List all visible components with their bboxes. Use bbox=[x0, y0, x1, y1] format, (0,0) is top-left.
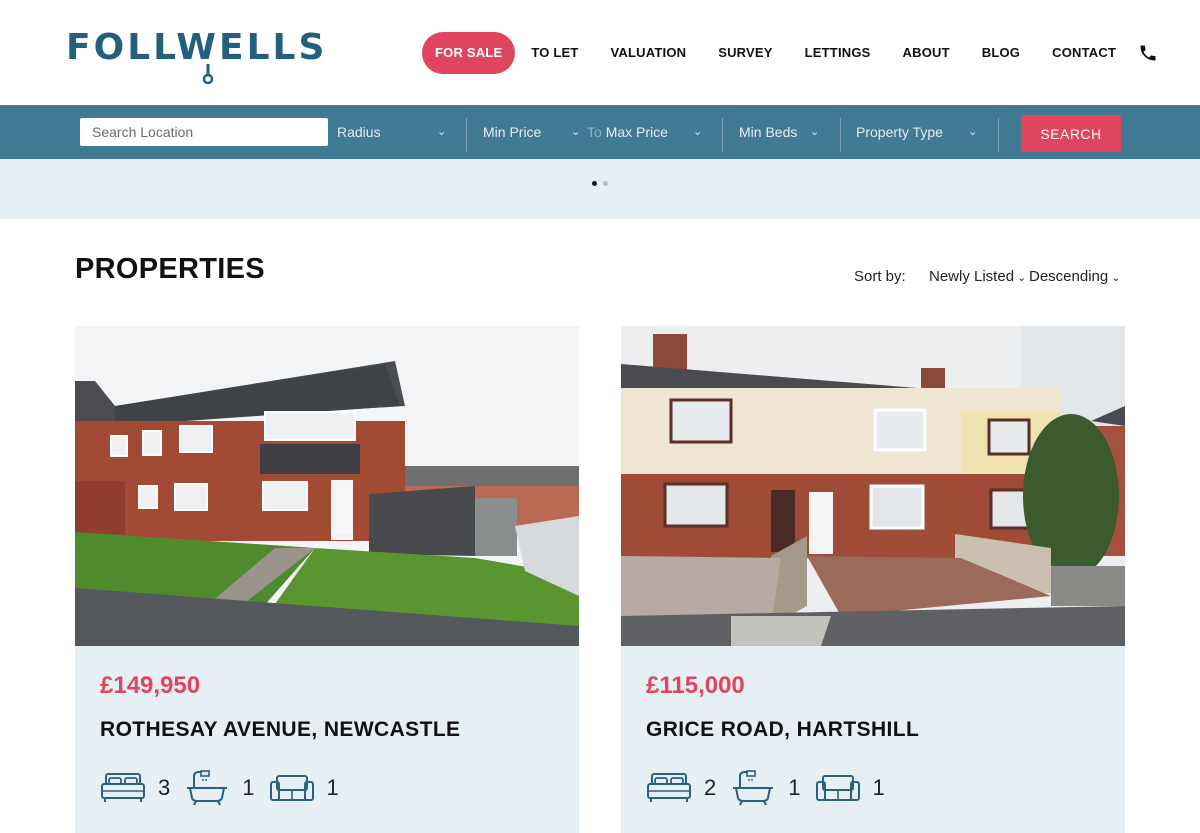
min-beds-label: Min Beds bbox=[739, 124, 798, 140]
chevron-down-icon: ⌄ bbox=[1108, 272, 1121, 284]
chevron-down-icon: ⌄ bbox=[437, 126, 447, 138]
property-type-label: Property Type bbox=[856, 124, 943, 140]
property-card[interactable]: £149,950 ROTHESAY AVENUE, NEWCASTLE 3 1 bbox=[75, 326, 579, 833]
property-photo[interactable] bbox=[75, 326, 579, 646]
divider bbox=[998, 118, 999, 152]
search-location-input[interactable] bbox=[80, 118, 328, 146]
bathroom-count: 1 bbox=[242, 775, 255, 800]
sort-order-select[interactable]: Descending ⌄ bbox=[1029, 268, 1121, 285]
radius-select[interactable]: Radius ⌄ bbox=[337, 118, 447, 146]
carousel-dot-active[interactable] bbox=[592, 181, 597, 186]
bed-icon bbox=[101, 773, 145, 802]
hero-banner bbox=[0, 159, 1200, 219]
key-icon bbox=[202, 64, 214, 84]
property-card[interactable]: £115,000 GRICE ROAD, HARTSHILL 2 1 1 bbox=[621, 326, 1125, 833]
bedroom-count: 3 bbox=[158, 775, 171, 800]
search-bar: Radius ⌄ Min Price ⌄ To Max Price ⌄ Min … bbox=[0, 105, 1200, 159]
carousel-dot[interactable] bbox=[603, 181, 608, 186]
main-nav: FOR SALE TO LET VALUATION SURVEY LETTING… bbox=[422, 32, 1158, 74]
sort-field-select[interactable]: Newly Listed ⌄ bbox=[929, 268, 1026, 285]
nav-about[interactable]: ABOUT bbox=[887, 32, 966, 74]
nav-for-sale[interactable]: FOR SALE bbox=[422, 32, 516, 74]
property-price: £149,950 bbox=[100, 672, 201, 699]
nav-contact[interactable]: CONTACT bbox=[1036, 32, 1132, 74]
divider bbox=[840, 118, 841, 152]
property-features: 2 1 1 bbox=[646, 768, 899, 808]
property-price: £115,000 bbox=[646, 672, 745, 699]
min-beds-select[interactable]: Min Beds ⌄ bbox=[739, 118, 824, 146]
bath-icon bbox=[733, 770, 774, 806]
bathroom-count: 1 bbox=[788, 775, 801, 800]
property-address[interactable]: ROTHESAY AVENUE, NEWCASTLE bbox=[100, 718, 460, 742]
chevron-down-icon: ⌄ bbox=[810, 126, 820, 138]
bath-icon bbox=[187, 770, 228, 806]
min-price-select[interactable]: Min Price ⌄ bbox=[483, 118, 583, 146]
divider bbox=[722, 118, 723, 152]
sofa-icon bbox=[269, 775, 314, 801]
bed-icon bbox=[647, 773, 691, 802]
nav-survey[interactable]: SURVEY bbox=[702, 32, 788, 74]
radius-label: Radius bbox=[337, 124, 381, 140]
divider bbox=[466, 118, 467, 152]
reception-count: 1 bbox=[326, 775, 339, 800]
chevron-down-icon: ⌄ bbox=[968, 126, 978, 138]
property-address[interactable]: GRICE ROAD, HARTSHILL bbox=[646, 718, 919, 742]
property-features: 3 1 1 bbox=[100, 768, 353, 808]
nav-blog[interactable]: BLOG bbox=[966, 32, 1036, 74]
logo-text: FOLLWELLS bbox=[66, 27, 328, 68]
nav-valuation[interactable]: VALUATION bbox=[595, 32, 703, 74]
sort-field-value: Newly Listed bbox=[929, 268, 1015, 285]
site-header: FOLLWELLS FOR SALE TO LET VALUATION SURV… bbox=[0, 0, 1200, 105]
reception-count: 1 bbox=[872, 775, 885, 800]
min-price-label: Min Price bbox=[483, 124, 542, 140]
logo[interactable]: FOLLWELLS bbox=[66, 27, 328, 90]
property-type-select[interactable]: Property Type ⌄ bbox=[856, 118, 982, 146]
property-photo[interactable] bbox=[621, 326, 1125, 646]
bedroom-count: 2 bbox=[704, 775, 717, 800]
search-button[interactable]: SEARCH bbox=[1021, 115, 1121, 152]
sofa-icon bbox=[815, 775, 860, 801]
nav-lettings[interactable]: LETTINGS bbox=[789, 32, 887, 74]
sort-order-value: Descending bbox=[1029, 268, 1109, 285]
max-price-label: Max Price bbox=[605, 124, 668, 140]
to-label: To bbox=[587, 124, 606, 140]
max-price-select[interactable]: To Max Price ⌄ bbox=[587, 118, 707, 146]
page-title: PROPERTIES bbox=[75, 253, 265, 285]
sort-label: Sort by: bbox=[854, 268, 906, 285]
chevron-down-icon: ⌄ bbox=[571, 126, 581, 138]
chevron-down-icon: ⌄ bbox=[1014, 272, 1027, 284]
chevron-down-icon: ⌄ bbox=[693, 126, 703, 138]
nav-to-let[interactable]: TO LET bbox=[515, 32, 594, 74]
phone-icon[interactable] bbox=[1138, 43, 1158, 63]
